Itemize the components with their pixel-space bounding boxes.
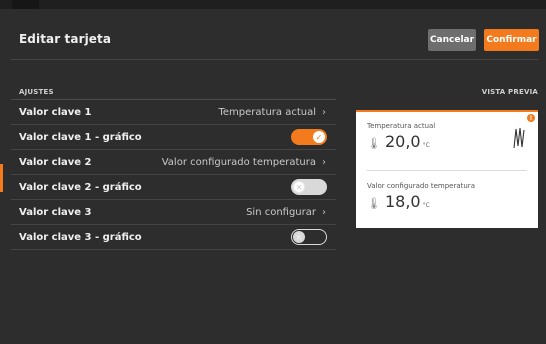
top-tab[interactable]: [12, 0, 39, 9]
row-label: Valor clave 3 - gráfico: [19, 231, 142, 243]
close-icon: ✕: [293, 231, 305, 243]
row-key-value-2[interactable]: Valor clave 2 Valor configurado temperat…: [11, 150, 336, 175]
alert-icon: !: [527, 114, 535, 122]
row-key-value-3[interactable]: Valor clave 3 Sin configurar ›: [11, 200, 336, 225]
preview-item1-unit: °C: [422, 142, 430, 149]
preview-item2-unit: °C: [422, 202, 430, 209]
chart-toggle-3[interactable]: ✕: [291, 229, 327, 245]
row-value: Temperatura actual: [218, 106, 316, 118]
row-label: Valor clave 1: [19, 106, 92, 118]
preview-card: ! Temperatura actual 🌡 20,0 °C Valor con…: [356, 110, 538, 228]
preview-item2-value-group: 🌡 18,0 °C: [367, 192, 430, 211]
settings-section-label: AJUSTES: [19, 88, 54, 96]
preview-item2-value: 18,0: [384, 192, 421, 211]
settings-list: Valor clave 1 Temperatura actual › Valor…: [11, 100, 336, 250]
row-key-value-1-chart: Valor clave 1 - gráfico ✓: [11, 125, 336, 150]
chart-toggle-1[interactable]: ✓: [291, 129, 327, 145]
thermometer-icon: 🌡: [367, 197, 381, 210]
preview-section-label: VISTA PREVIA: [481, 88, 538, 96]
row-label: Valor clave 3: [19, 206, 92, 218]
edit-card-screen: Editar tarjeta Cancelar Confirmar AJUSTE…: [0, 0, 546, 344]
row-value: Sin configurar: [246, 206, 316, 218]
top-bar: [0, 0, 546, 9]
preview-item1-value: 20,0: [384, 132, 421, 151]
row-key-value-3-chart: Valor clave 3 - gráfico ✕: [11, 225, 336, 250]
cancel-button[interactable]: Cancelar: [428, 29, 476, 51]
header-divider: [11, 59, 538, 60]
row-label: Valor clave 2: [19, 156, 92, 168]
chevron-right-icon: ›: [322, 156, 326, 168]
row-key-value-1[interactable]: Valor clave 1 Temperatura actual ›: [11, 100, 336, 125]
page-title: Editar tarjeta: [19, 32, 112, 46]
check-icon: ✓: [313, 131, 325, 143]
chart-toggle-2[interactable]: ✕: [291, 179, 327, 195]
sparkline-icon: [513, 127, 525, 149]
preview-divider: [367, 170, 527, 171]
active-indicator: [0, 164, 3, 192]
preview-item2-label: Valor configurado temperatura: [367, 182, 475, 190]
close-icon: ✕: [293, 181, 305, 193]
preview-item1-label: Temperatura actual: [367, 122, 436, 130]
chevron-right-icon: ›: [322, 206, 326, 218]
preview-item1-value-group: 🌡 20,0 °C: [367, 132, 430, 151]
row-label: Valor clave 1 - gráfico: [19, 131, 142, 143]
confirm-button[interactable]: Confirmar: [484, 29, 539, 51]
row-key-value-2-chart: Valor clave 2 - gráfico ✕: [11, 175, 336, 200]
row-label: Valor clave 2 - gráfico: [19, 181, 142, 193]
thermometer-icon: 🌡: [367, 137, 381, 150]
chevron-right-icon: ›: [322, 106, 326, 118]
row-value: Valor configurado temperatura: [161, 156, 316, 168]
